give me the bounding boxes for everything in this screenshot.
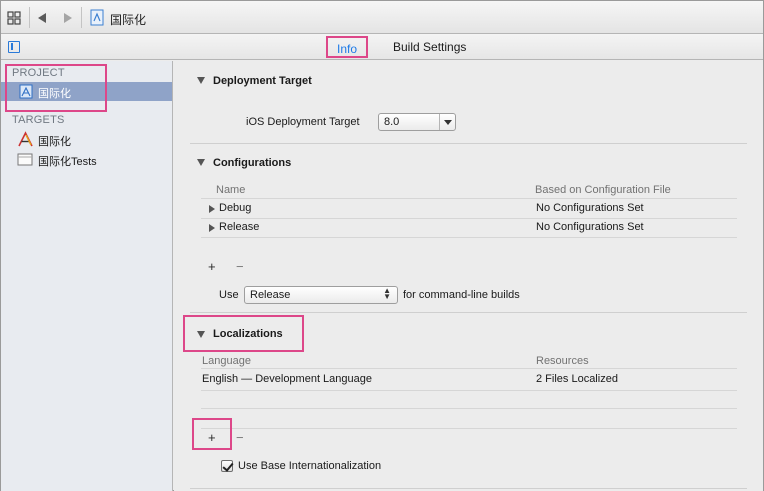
ios-deployment-target-combobox[interactable]: 8.0 bbox=[378, 113, 456, 131]
column-header-config-file[interactable]: Based on Configuration File bbox=[535, 184, 671, 196]
column-header-name[interactable]: Name bbox=[216, 184, 245, 196]
jump-bar: 国际化 bbox=[1, 1, 763, 34]
column-header-resources[interactable]: Resources bbox=[536, 355, 589, 367]
config-row-name[interactable]: Debug bbox=[219, 202, 251, 214]
editor-tab-bar: Info Build Settings bbox=[1, 34, 763, 60]
command-line-config-popup[interactable]: Release ▲ ▼ bbox=[244, 286, 398, 304]
remove-localization-button[interactable]: − bbox=[236, 430, 244, 445]
deployment-target-title: Deployment Target bbox=[213, 75, 312, 87]
targets-section-header: TARGETS bbox=[12, 114, 65, 126]
divider bbox=[201, 390, 737, 391]
config-row-file: No Configurations Set bbox=[536, 202, 644, 214]
expand-triangle-icon[interactable] bbox=[209, 205, 215, 213]
updown-arrows-icon: ▲ ▼ bbox=[383, 286, 391, 301]
divider bbox=[201, 368, 737, 369]
disclosure-triangle-icon[interactable] bbox=[197, 159, 205, 166]
expand-triangle-icon[interactable] bbox=[209, 224, 215, 232]
command-line-builds-label: for command-line builds bbox=[403, 289, 520, 301]
divider bbox=[190, 143, 747, 144]
divider bbox=[201, 237, 737, 238]
config-row-name[interactable]: Release bbox=[219, 221, 259, 233]
config-row-file: No Configurations Set bbox=[536, 221, 644, 233]
divider bbox=[201, 408, 737, 409]
divider bbox=[190, 312, 747, 313]
divider bbox=[29, 7, 30, 28]
add-configuration-button[interactable]: + bbox=[208, 259, 216, 274]
disclosure-triangle-icon[interactable] bbox=[197, 331, 205, 338]
tab-info[interactable]: Info bbox=[326, 36, 368, 58]
divider bbox=[190, 488, 747, 489]
divider bbox=[201, 198, 737, 199]
divider bbox=[81, 7, 82, 28]
configurations-title: Configurations bbox=[213, 157, 292, 169]
column-header-language[interactable]: Language bbox=[202, 355, 251, 367]
editor-pane: Deployment Target iOS Deployment Target … bbox=[174, 61, 763, 491]
forward-arrow-icon[interactable] bbox=[64, 13, 72, 23]
related-items-icon[interactable] bbox=[7, 11, 21, 25]
project-file-icon bbox=[90, 9, 104, 26]
localizations-title: Localizations bbox=[213, 328, 283, 340]
use-label: Use bbox=[219, 289, 239, 301]
divider bbox=[201, 428, 737, 429]
chevron-down-icon[interactable] bbox=[439, 114, 455, 130]
localization-row-language[interactable]: English — Development Language bbox=[202, 373, 372, 385]
base-internationalization-label[interactable]: Use Base Internationalization bbox=[238, 460, 381, 472]
disclosure-triangle-icon[interactable] bbox=[197, 77, 205, 84]
deployment-target-value: 8.0 bbox=[384, 116, 400, 128]
app-target-icon bbox=[18, 131, 33, 147]
command-line-config-value: Release bbox=[250, 289, 291, 301]
breadcrumb[interactable]: 国际化 bbox=[110, 11, 146, 28]
test-bundle-icon bbox=[17, 153, 33, 166]
add-localization-button[interactable]: + bbox=[208, 430, 216, 445]
localization-row-resources: 2 Files Localized bbox=[536, 373, 618, 385]
tab-build-settings[interactable]: Build Settings bbox=[393, 40, 466, 54]
sidebar-toggle-icon[interactable] bbox=[8, 41, 20, 53]
sidebar-item-target-tests[interactable]: 国际化Tests bbox=[38, 153, 97, 169]
ios-deployment-target-label: iOS Deployment Target bbox=[246, 116, 360, 128]
back-arrow-icon[interactable] bbox=[38, 13, 46, 23]
base-internationalization-checkbox[interactable] bbox=[221, 460, 233, 472]
remove-configuration-button[interactable]: − bbox=[236, 259, 244, 274]
divider bbox=[201, 218, 737, 219]
sidebar-item-target-app[interactable]: 国际化 bbox=[38, 133, 71, 149]
highlight-box bbox=[5, 64, 107, 112]
project-navigator-sidebar: PROJECT 国际化 TARGETS 国际化 国际化Tests bbox=[1, 61, 173, 491]
